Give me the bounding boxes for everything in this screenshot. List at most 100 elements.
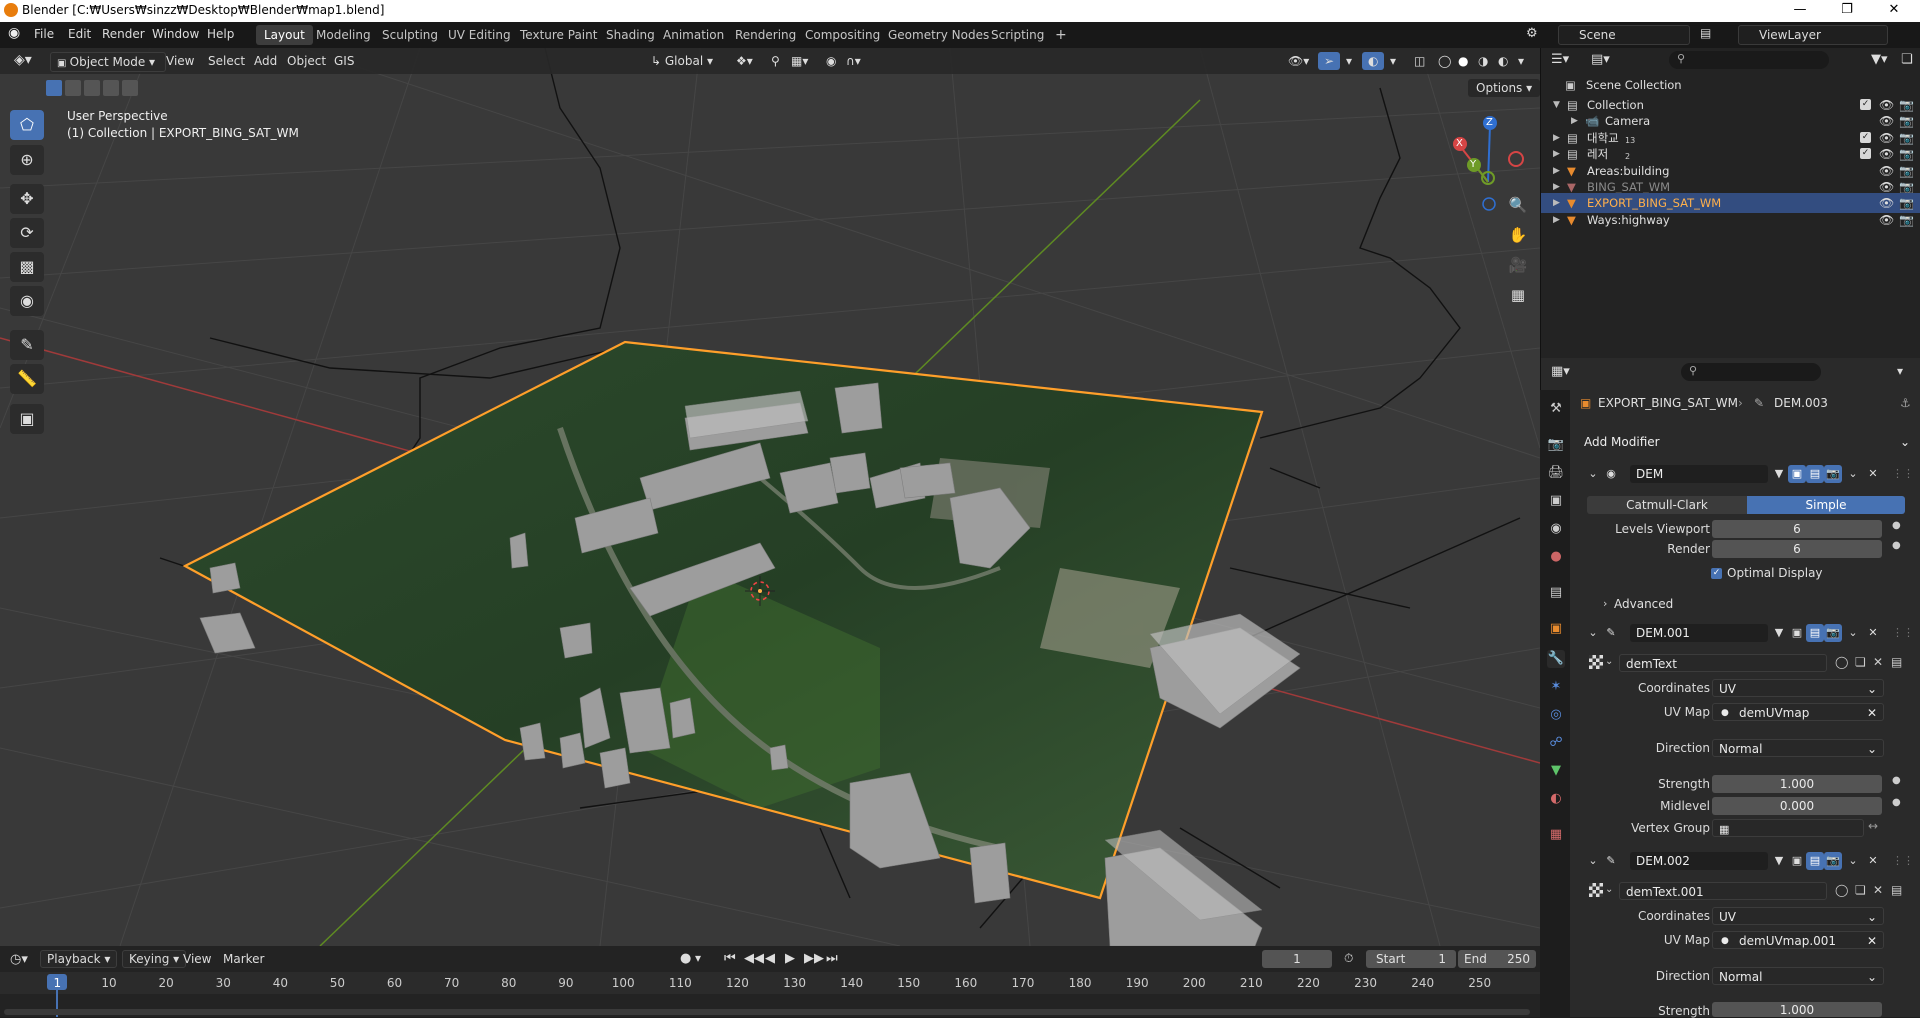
menu-keying[interactable]: Keying ▾ xyxy=(122,950,187,968)
collapse-chevron-icon[interactable]: ⌄ xyxy=(1584,852,1602,870)
snap-icon[interactable]: ⚲ xyxy=(765,52,786,70)
midlevel-field[interactable]: 0.000 xyxy=(1712,797,1882,815)
menu-gis[interactable]: GIS xyxy=(328,52,360,70)
modifier-tab-icon[interactable]: 🔧 xyxy=(1547,650,1565,668)
viewport-scene[interactable] xyxy=(0,48,1540,946)
minimize-button[interactable]: — xyxy=(1780,2,1820,20)
remove-modifier-icon[interactable]: ✕ xyxy=(1864,852,1882,870)
optimal-display-checkbox[interactable]: ✓ xyxy=(1711,568,1722,579)
shading-dropdown-icon[interactable]: ▾ xyxy=(1512,52,1530,70)
display-mode-icon[interactable]: ▤▾ xyxy=(1591,52,1610,67)
select-subtract-icon[interactable] xyxy=(84,80,100,96)
invert-vertex-group-icon[interactable]: ↔ xyxy=(1868,819,1878,833)
texture-name-field[interactable]: demText xyxy=(1619,654,1827,672)
direction-dropdown[interactable]: Normal ⌄ xyxy=(1712,739,1884,757)
prev-keyframe-icon[interactable]: ◀◀ xyxy=(744,951,764,966)
snap-target-icon[interactable]: ▦▾ xyxy=(785,52,814,70)
menu-select[interactable]: Select xyxy=(202,52,251,70)
duplicate-icon[interactable]: ❏ xyxy=(1855,655,1866,669)
select-box-tool[interactable]: ⬠ xyxy=(10,110,44,140)
coordinates-dropdown[interactable]: UV ⌄ xyxy=(1712,679,1884,697)
advanced-expand-icon[interactable]: › xyxy=(1603,597,1607,610)
advanced-panel-label[interactable]: Advanced xyxy=(1614,597,1673,611)
menu-object[interactable]: Object xyxy=(281,52,332,70)
catmull-clark-button[interactable]: Catmull-Clark xyxy=(1587,496,1747,514)
strength-field[interactable]: 1.000 xyxy=(1712,775,1882,793)
data-tab-icon[interactable]: ▼ xyxy=(1547,762,1565,780)
menu-timeline-view[interactable]: View xyxy=(183,952,211,966)
modifier-name-field[interactable]: DEM.001 xyxy=(1630,624,1768,642)
physics-tab-icon[interactable]: ◎ xyxy=(1547,706,1565,724)
unlink-icon[interactable]: ✕ xyxy=(1873,655,1883,669)
drag-handle-icon[interactable]: ⋮⋮ xyxy=(1892,465,1914,483)
add-cube-tool[interactable]: ▣ xyxy=(10,404,44,434)
timeline-scrollbar[interactable] xyxy=(4,1009,1530,1015)
stopwatch-icon[interactable]: ⏱ xyxy=(1344,951,1353,966)
texture-settings-icon[interactable]: ▤ xyxy=(1891,883,1902,897)
clear-icon[interactable]: ✕ xyxy=(1867,932,1877,950)
keyframe-dot-icon[interactable]: ● xyxy=(1892,775,1901,786)
select-extend-icon[interactable] xyxy=(65,80,81,96)
play-reverse-icon[interactable]: ◀ xyxy=(765,951,775,966)
keyframe-dot-icon[interactable]: ● xyxy=(1892,797,1901,808)
overlay-toggle-icon[interactable]: ◐ xyxy=(1362,52,1385,70)
workspace-tab-compositing[interactable]: Compositing xyxy=(797,25,888,45)
measure-tool[interactable]: 📏 xyxy=(10,364,44,394)
modifier-header-dem[interactable]: ⌄ ◉ DEM ▼ ▣ ▤ 📷 ⌄ ✕ ⋮⋮ xyxy=(1580,462,1914,486)
render-camera-icon[interactable]: 📷 xyxy=(1899,210,1914,230)
3d-viewport[interactable]: Z X Y User Perspective (1) Collection | … xyxy=(0,48,1540,946)
workspace-tab-shading[interactable]: Shading xyxy=(598,25,663,45)
select-intersect-icon[interactable] xyxy=(122,80,138,96)
modifier-name-field[interactable]: DEM.002 xyxy=(1630,852,1768,870)
collapse-chevron-icon[interactable]: ⌄ xyxy=(1584,465,1602,483)
texture-settings-icon[interactable]: ▤ xyxy=(1891,655,1902,669)
close-window-button[interactable]: ✕ xyxy=(1874,2,1914,20)
options-dropdown[interactable]: Options ▾ xyxy=(1468,79,1541,97)
add-workspace-button[interactable]: + xyxy=(1047,25,1075,45)
chevron-down-icon[interactable]: ⌄ xyxy=(1605,656,1613,667)
fake-user-shield-icon[interactable]: ◯ xyxy=(1835,883,1848,897)
cursor-tool[interactable]: ⊕ xyxy=(10,145,44,175)
outliner-search-input[interactable]: ⚲ xyxy=(1669,51,1829,69)
gizmo-toggle-icon[interactable]: ➢ xyxy=(1318,52,1341,70)
uv-map-field[interactable]: ● demUVmap ✕ xyxy=(1712,703,1884,721)
outliner-item-ways-highway[interactable]: ▶ ▼ Ways:highway 👁 📷 xyxy=(1541,210,1920,230)
render-display-icon[interactable]: 📷 xyxy=(1824,624,1842,642)
workspace-tab-animation[interactable]: Animation xyxy=(655,25,732,45)
filter-icon[interactable]: ▼▾ xyxy=(1871,52,1888,67)
pin-icon[interactable]: ⚓ xyxy=(1900,396,1911,410)
menu-render[interactable]: Render xyxy=(102,27,145,41)
transform-tool[interactable]: ◉ xyxy=(10,286,44,316)
rotate-tool[interactable]: ⟳ xyxy=(10,218,44,248)
texture-name-field[interactable]: demText.001 xyxy=(1619,882,1827,900)
strength-field[interactable]: 1.000 xyxy=(1712,1002,1882,1017)
scale-tool[interactable]: ▩ xyxy=(10,252,44,282)
transform-orientation-dropdown[interactable]: ↳ Global ▾ xyxy=(645,52,737,70)
workspace-tab-geometry-nodes[interactable]: Geometry Nodes xyxy=(880,25,997,45)
view-layer-tab-icon[interactable]: ▣ xyxy=(1547,492,1565,510)
duplicate-icon[interactable]: ❏ xyxy=(1855,883,1866,897)
levels-viewport-field[interactable]: 6 xyxy=(1712,520,1882,538)
workspace-tab-layout[interactable]: Layout xyxy=(256,25,313,45)
xray-icon[interactable]: ◫ xyxy=(1408,52,1431,70)
viewport-display-icon[interactable]: ▤ xyxy=(1806,624,1824,642)
simple-button[interactable]: Simple xyxy=(1747,496,1905,514)
coordinates-dropdown[interactable]: UV ⌄ xyxy=(1712,907,1884,925)
properties-editor-icon[interactable]: ▦▾ xyxy=(1551,364,1570,379)
auto-key-icon[interactable]: ● xyxy=(680,951,691,966)
remove-modifier-icon[interactable]: ✕ xyxy=(1864,465,1882,483)
collection-tab-icon[interactable]: ▤ xyxy=(1547,584,1565,602)
editor-type-icon[interactable]: ◈▾ xyxy=(8,51,38,69)
exclude-checkbox[interactable]: ✓ xyxy=(1860,148,1871,160)
modifier-header-dem-001[interactable]: ⌄ ✎ DEM.001 ▼ ▣ ▤ 📷 ⌄ ✕ ⋮⋮ xyxy=(1580,621,1914,645)
render-display-icon[interactable]: 📷 xyxy=(1824,852,1842,870)
gizmo-dropdown-icon[interactable]: ▾ xyxy=(1340,52,1358,70)
world-tab-icon[interactable]: ● xyxy=(1547,548,1565,566)
unlink-icon[interactable]: ✕ xyxy=(1873,883,1883,897)
keyframe-dot-icon[interactable]: ● xyxy=(1892,540,1901,551)
play-icon[interactable]: ▶ xyxy=(785,951,795,966)
maximize-button[interactable]: ❐ xyxy=(1827,2,1867,20)
blender-menu-icon[interactable]: ◉ xyxy=(8,25,20,41)
pivot-point-icon[interactable]: ❖▾ xyxy=(730,52,759,70)
viewport-display-icon[interactable]: ▤ xyxy=(1806,852,1824,870)
